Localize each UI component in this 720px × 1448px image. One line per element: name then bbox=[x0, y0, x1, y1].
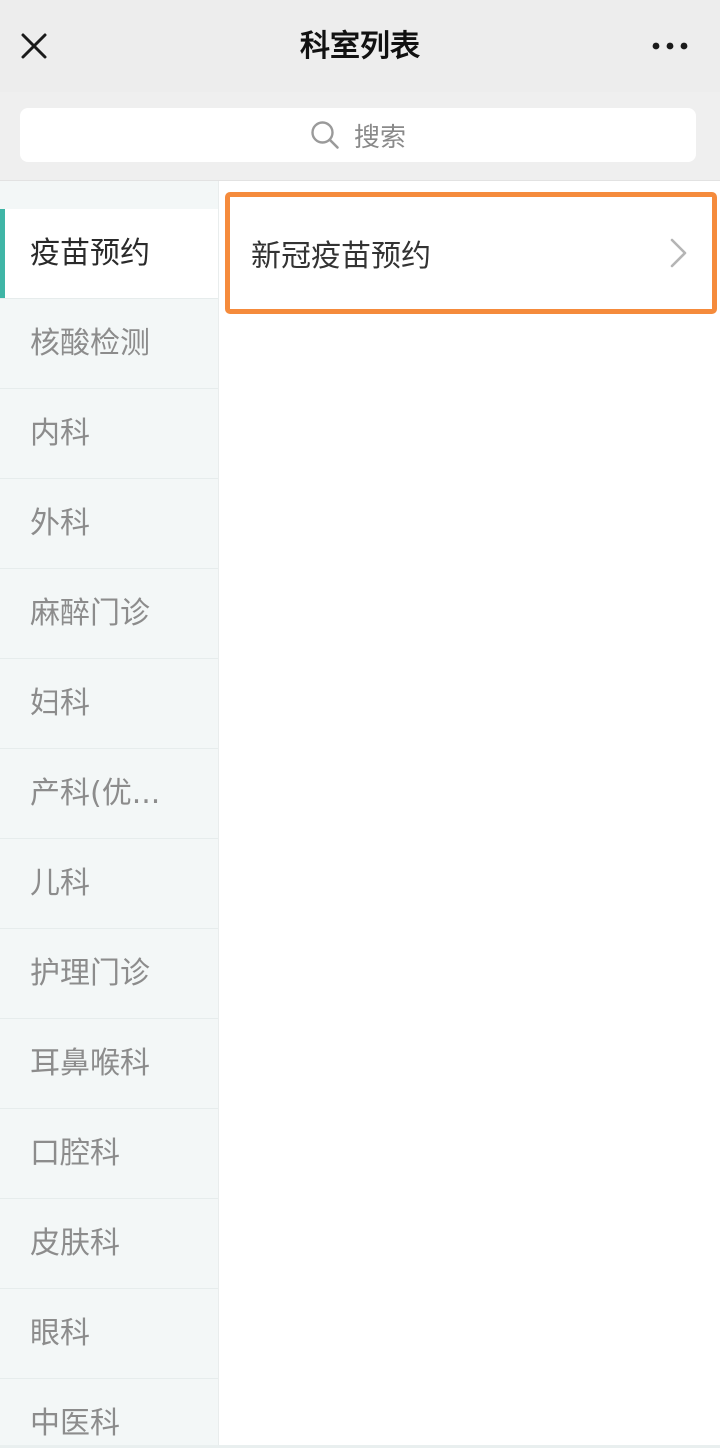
sidebar-item-vaccine-appointment[interactable]: 疫苗预约 bbox=[0, 209, 218, 299]
sidebar-item-internal-medicine[interactable]: 内科 bbox=[0, 389, 218, 479]
search-icon bbox=[310, 120, 340, 150]
sidebar-item-gynecology[interactable]: 妇科 bbox=[0, 659, 218, 749]
sidebar-item-nursing-clinic[interactable]: 护理门诊 bbox=[0, 929, 218, 1019]
sidebar-item-tcm[interactable]: 中医科 bbox=[0, 1379, 218, 1448]
list-item-covid-vaccine-appointment[interactable]: 新冠疫苗预约 bbox=[225, 192, 717, 314]
sidebar-item-surgery[interactable]: 外科 bbox=[0, 479, 218, 569]
search-placeholder: 搜索 bbox=[353, 122, 406, 153]
sidebar-item-stomatology[interactable]: 口腔科 bbox=[0, 1109, 218, 1199]
sidebar-item-dermatology[interactable]: 皮肤科 bbox=[0, 1199, 218, 1289]
sub-department-list: 新冠疫苗预约 bbox=[219, 181, 720, 1448]
sidebar-item-nucleic-acid-test[interactable]: 核酸检测 bbox=[0, 299, 218, 389]
close-icon bbox=[21, 33, 47, 59]
sidebar-item-ent[interactable]: 耳鼻喉科 bbox=[0, 1019, 218, 1109]
department-sidebar: 疫苗预约 核酸检测 内科 外科 麻醉门诊 妇科 产科(优... 儿科 护理门诊 … bbox=[0, 181, 219, 1448]
more-button[interactable] bbox=[638, 26, 702, 66]
page-title: 科室列表 bbox=[300, 29, 420, 64]
search-bar: 搜索 bbox=[0, 92, 720, 181]
chevron-right-icon bbox=[666, 236, 690, 270]
navigation-bar: 科室列表 bbox=[0, 0, 720, 92]
sidebar-item-ophthalmology[interactable]: 眼科 bbox=[0, 1289, 218, 1379]
more-horizontal-icon bbox=[652, 42, 688, 50]
list-item-label: 新冠疫苗预约 bbox=[251, 239, 431, 274]
close-button[interactable] bbox=[14, 26, 54, 66]
sidebar-item-obstetrics[interactable]: 产科(优... bbox=[0, 749, 218, 839]
search-input[interactable]: 搜索 bbox=[20, 108, 696, 162]
sidebar-item-anesthesia-clinic[interactable]: 麻醉门诊 bbox=[0, 569, 218, 659]
sidebar-item-pediatrics[interactable]: 儿科 bbox=[0, 839, 218, 929]
